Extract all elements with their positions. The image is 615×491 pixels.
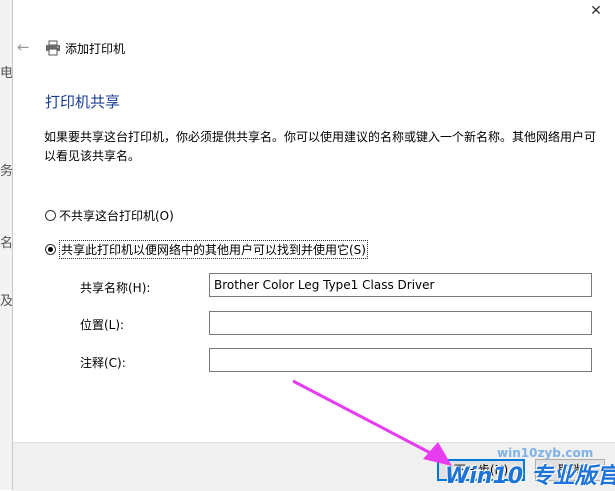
button-bar: 下一步(N) 取消: [13, 442, 615, 491]
no-share-label: 不共享这台打印机(O): [59, 209, 174, 223]
back-arrow-icon[interactable]: ←: [17, 38, 30, 56]
window-title: 添加打印机: [65, 42, 126, 56]
location-input[interactable]: [209, 311, 592, 335]
add-printer-dialog: ✕ ← 添加打印机 打印机共享 如果要共享这台打印机，你必须提供共享名。你可以使…: [12, 0, 615, 491]
radio-no-share[interactable]: [45, 210, 56, 221]
share-name-input[interactable]: [209, 273, 592, 297]
share-name-label: 共享名称(H):: [80, 281, 151, 295]
description-text: 如果要共享这台打印机，你必须提供共享名。你可以使用建议的名称或键入一个新名称。其…: [44, 130, 597, 163]
share-label: 共享此打印机以便网络中的其他用户可以找到并使用它(S): [59, 240, 368, 259]
location-label: 位置(L):: [80, 318, 125, 332]
share-option[interactable]: 共享此打印机以便网络中的其他用户可以找到并使用它(S): [45, 240, 368, 259]
next-button[interactable]: 下一步(N): [437, 459, 525, 481]
printer-icon: [46, 40, 60, 56]
comment-label: 注释(C):: [80, 356, 126, 370]
cancel-button[interactable]: 取消: [535, 459, 605, 481]
page-heading: 打印机共享: [45, 93, 121, 111]
close-icon[interactable]: ✕: [586, 2, 606, 20]
radio-share[interactable]: [45, 244, 56, 255]
comment-input[interactable]: [209, 348, 592, 372]
no-share-option[interactable]: 不共享这台打印机(O): [45, 207, 174, 224]
